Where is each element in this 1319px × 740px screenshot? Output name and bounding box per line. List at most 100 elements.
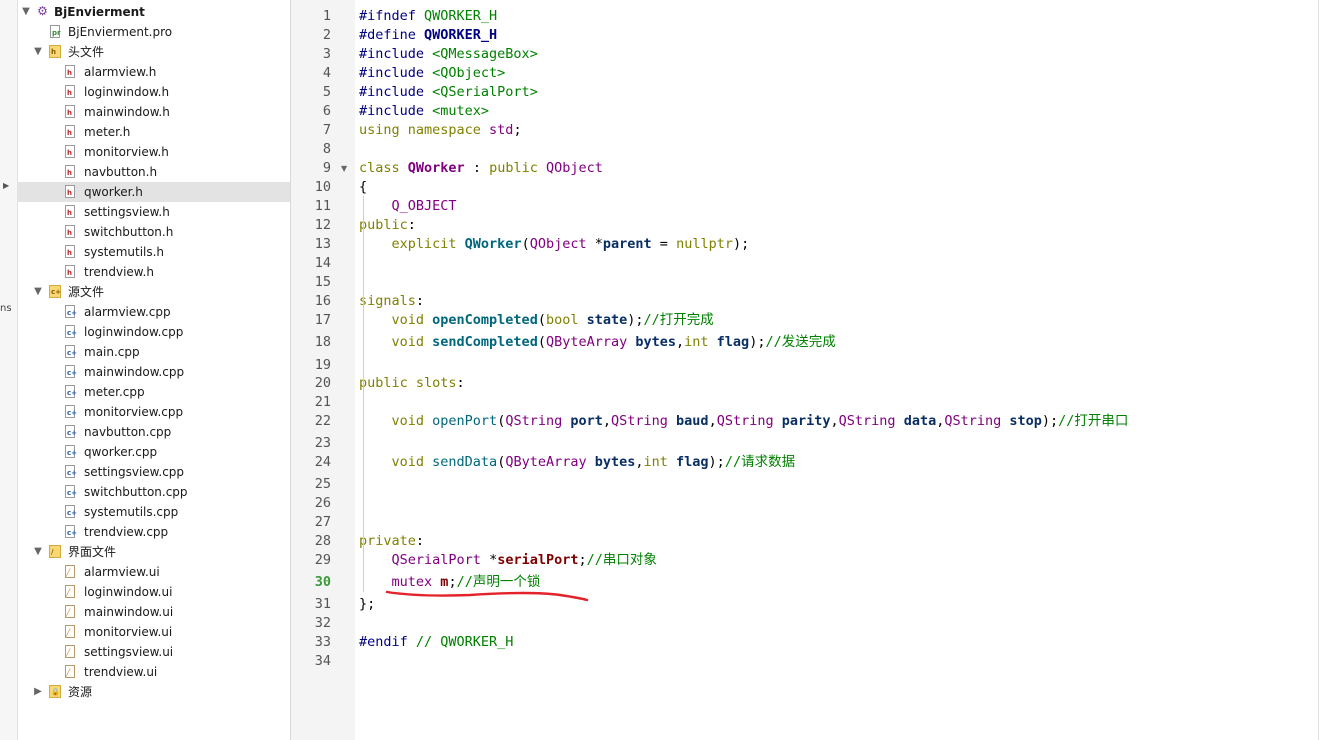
code-token: public <box>359 217 408 233</box>
line-number: 6 <box>322 103 331 119</box>
code-token: , <box>830 413 839 429</box>
collapse-arrow-icon[interactable]: ▼ <box>32 542 44 562</box>
code-line[interactable]: class QWorker : public QObject <box>359 159 603 178</box>
code-line[interactable]: void sendData(QByteArray bytes,int flag)… <box>359 453 796 472</box>
line-number: 24 <box>314 454 331 470</box>
line-number: 32 <box>314 615 331 631</box>
code-line[interactable]: void openCompleted(bool state);//打开完成 <box>359 311 714 330</box>
fold-marker-icon[interactable]: ▼ <box>341 159 347 178</box>
tree-file-meter-h[interactable]: h meter.h <box>18 122 290 142</box>
code-line[interactable]: #define QWORKER_H <box>359 26 497 45</box>
code-token: //请求数据 <box>724 454 796 470</box>
collapse-arrow-icon[interactable]: ▼ <box>32 282 44 302</box>
code-line[interactable]: QSerialPort *serialPort;//串口对象 <box>359 551 657 570</box>
code-token: ( <box>537 334 546 350</box>
line-number: 2 <box>322 27 331 43</box>
tree-file-trendview-ui[interactable]: ╱ trendview.ui <box>18 662 290 682</box>
code-token: #include <box>359 103 433 119</box>
tree-project-root[interactable]: ▼ ⚙ BjEnvierment <box>18 2 290 22</box>
ui-form-file-icon: ╱ <box>65 585 75 598</box>
tree-file-switchbutton-cpp[interactable]: c+ switchbutton.cpp <box>18 482 290 502</box>
undefined: BjEnvierment <box>54 5 145 19</box>
tree-folder-resources[interactable]: ▶ 🔒 资源 <box>18 682 290 702</box>
code-token: //串口对象 <box>586 552 657 568</box>
code-line[interactable]: public: <box>359 216 416 235</box>
line-number: 13 <box>314 236 331 252</box>
tree-file-monitorview-cpp[interactable]: c+ monitorview.cpp <box>18 402 290 422</box>
code-line[interactable]: void sendCompleted(QByteArray bytes,int … <box>359 333 836 352</box>
expand-arrow-icon[interactable]: ▶ <box>3 181 9 190</box>
code-line[interactable]: { <box>359 178 367 197</box>
tree-file-loginwindow-h[interactable]: h loginwindow.h <box>18 82 290 102</box>
tree-file-qworker-h[interactable]: h qworker.h <box>18 182 290 202</box>
code-token: //声明一个锁 <box>456 574 541 590</box>
code-token: private <box>359 533 416 549</box>
tree-folder-forms[interactable]: ▼ / 界面文件 <box>18 542 290 562</box>
tree-file-switchbutton-h[interactable]: h switchbutton.h <box>18 222 290 242</box>
tree-file-monitorview-ui[interactable]: ╱ monitorview.ui <box>18 622 290 642</box>
tree-file-trendview-cpp[interactable]: c+ trendview.cpp <box>18 522 290 542</box>
tree-file-main-cpp[interactable]: c+ main.cpp <box>18 342 290 362</box>
tree-file-settingsview-cpp[interactable]: c+ settingsview.cpp <box>18 462 290 482</box>
undefined: monitorview.h <box>84 145 169 159</box>
code-line[interactable]: mutex m;//声明一个锁 <box>359 573 541 592</box>
code-line[interactable]: signals: <box>359 292 424 311</box>
tree-file-mainwindow-h[interactable]: h mainwindow.h <box>18 102 290 122</box>
tree-file-mainwindow-cpp[interactable]: c+ mainwindow.cpp <box>18 362 290 382</box>
tree-file-navbutton-cpp[interactable]: c+ navbutton.cpp <box>18 422 290 442</box>
header-file-icon: h <box>65 145 75 158</box>
tree-file-systemutils-cpp[interactable]: c+ systemutils.cpp <box>18 502 290 522</box>
tree-file-loginwindow-ui[interactable]: ╱ loginwindow.ui <box>18 582 290 602</box>
tree-file-mainwindow-ui[interactable]: ╱ mainwindow.ui <box>18 602 290 622</box>
code-token: void <box>391 312 433 328</box>
expand-arrow-icon[interactable]: ▶ <box>32 682 44 702</box>
code-token: QByteArray <box>545 334 636 350</box>
cpp-file-icon: c+ <box>65 365 77 378</box>
tree-file-alarmview-ui[interactable]: ╱ alarmview.ui <box>18 562 290 582</box>
code-line[interactable]: Q_OBJECT <box>359 197 457 216</box>
code-line[interactable]: #endif // QWORKER_H <box>359 633 513 652</box>
code-line[interactable]: }; <box>359 595 375 614</box>
code-token: , <box>602 413 612 429</box>
code-token: bool <box>545 312 587 328</box>
tree-file-trendview-h[interactable]: h trendview.h <box>18 262 290 282</box>
tree-file-systemutils-h[interactable]: h systemutils.h <box>18 242 290 262</box>
collapse-arrow-icon[interactable]: ▼ <box>32 42 44 62</box>
tree-file-qworker-cpp[interactable]: c+ qworker.cpp <box>18 442 290 462</box>
code-token: ( <box>521 236 530 252</box>
code-line[interactable]: #include <mutex> <box>359 102 489 121</box>
code-line[interactable]: void openPort(QString port,QString baud,… <box>359 412 1129 431</box>
code-token: port <box>570 413 603 429</box>
tree-file-settingsview-h[interactable]: h settingsview.h <box>18 202 290 222</box>
code-line[interactable]: #include <QMessageBox> <box>359 45 538 64</box>
code-line[interactable]: #include <QObject> <box>359 64 505 83</box>
tree-file-pro[interactable]: pr BjEnvierment.pro <box>18 22 290 42</box>
tree-file-alarmview-h[interactable]: h alarmview.h <box>18 62 290 82</box>
code-line[interactable]: using namespace std; <box>359 121 530 140</box>
code-line[interactable]: explicit QWorker(QObject *parent = nullp… <box>359 235 750 254</box>
tree-file-meter-cpp[interactable]: c+ meter.cpp <box>18 382 290 402</box>
tree-file-loginwindow-cpp[interactable]: c+ loginwindow.cpp <box>18 322 290 342</box>
line-number: 16 <box>314 293 331 309</box>
code-line[interactable]: #ifndef QWORKER_H <box>359 7 497 26</box>
tree-file-alarmview-cpp[interactable]: c+ alarmview.cpp <box>18 302 290 322</box>
code-token: int <box>643 454 677 470</box>
tree-file-settingsview-ui[interactable]: ╱ settingsview.ui <box>18 642 290 662</box>
code-line[interactable]: private: <box>359 532 424 551</box>
line-number: 5 <box>322 84 331 100</box>
tree-file-navbutton-h[interactable]: h navbutton.h <box>18 162 290 182</box>
tree-folder-headers[interactable]: ▼ h 头文件 <box>18 42 290 62</box>
code-token: ); <box>732 236 750 252</box>
code-token: ); <box>708 454 725 470</box>
code-token: flag <box>676 454 709 470</box>
code-line[interactable]: #include <QSerialPort> <box>359 83 538 102</box>
tree-folder-sources[interactable]: ▼ c+ 源文件 <box>18 282 290 302</box>
undefined: BjEnvierment.pro <box>68 25 173 39</box>
line-number: 30 <box>314 574 331 590</box>
line-number: 21 <box>314 394 331 410</box>
collapse-arrow-icon[interactable]: ▼ <box>20 2 32 22</box>
code-token: parity <box>781 413 831 429</box>
code-line[interactable]: public slots: <box>359 374 465 393</box>
ui-form-file-icon: ╱ <box>65 665 75 678</box>
tree-file-monitorview-h[interactable]: h monitorview.h <box>18 142 290 162</box>
